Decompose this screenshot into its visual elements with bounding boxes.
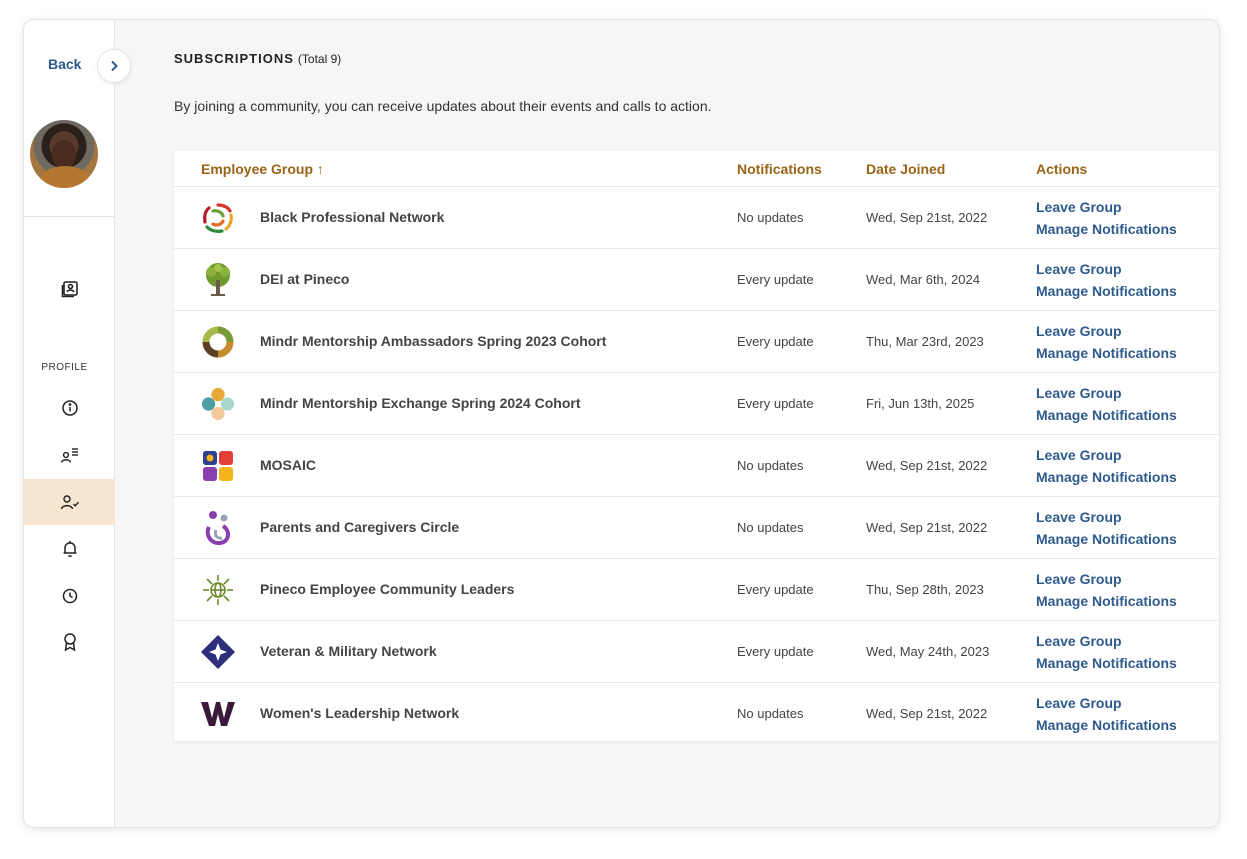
manage-notifications-link[interactable]: Manage Notifications bbox=[1036, 221, 1177, 237]
avatar[interactable] bbox=[30, 120, 98, 188]
page-description: By joining a community, you can receive … bbox=[174, 98, 712, 114]
date-joined: Wed, May 24th, 2023 bbox=[866, 644, 990, 659]
col-employee-group[interactable]: Employee Group ↑ bbox=[201, 161, 324, 177]
date-joined: Wed, Sep 21st, 2022 bbox=[866, 458, 988, 473]
notification-setting: No updates bbox=[737, 520, 804, 535]
table-header: Employee Group ↑ Notifications Date Join… bbox=[174, 151, 1219, 187]
page-title: SUBSCRIPTIONS (Total 9) bbox=[174, 51, 341, 66]
table-row: Veteran & Military Network Every update … bbox=[174, 621, 1219, 683]
col-date-joined: Date Joined bbox=[866, 161, 946, 177]
profile-section-label: PROFILE bbox=[41, 362, 88, 373]
expand-chevron-icon bbox=[111, 60, 118, 72]
group-name[interactable]: Mindr Mentorship Exchange Spring 2024 Co… bbox=[260, 395, 580, 411]
total-count: (Total 9) bbox=[297, 52, 342, 66]
leave-group-link[interactable]: Leave Group bbox=[1036, 695, 1122, 711]
manage-notifications-link[interactable]: Manage Notifications bbox=[1036, 531, 1177, 547]
newspaper-icon[interactable] bbox=[24, 266, 115, 312]
table-row: Mindr Mentorship Ambassadors Spring 2023… bbox=[174, 311, 1219, 373]
user-check-icon[interactable] bbox=[24, 479, 115, 525]
manage-notifications-link[interactable]: Manage Notifications bbox=[1036, 655, 1177, 671]
table-row: Pineco Employee Community Leaders Every … bbox=[174, 559, 1219, 621]
leave-group-link[interactable]: Leave Group bbox=[1036, 571, 1122, 587]
leave-group-link[interactable]: Leave Group bbox=[1036, 447, 1122, 463]
manage-notifications-link[interactable]: Manage Notifications bbox=[1036, 345, 1177, 361]
group-name[interactable]: MOSAIC bbox=[260, 457, 316, 473]
segmented-circle-logo bbox=[200, 324, 236, 360]
manage-notifications-link[interactable]: Manage Notifications bbox=[1036, 407, 1177, 423]
parent-child-logo bbox=[200, 510, 236, 546]
dots-cluster-logo bbox=[200, 386, 236, 422]
sidebar-toggle-button[interactable] bbox=[97, 49, 131, 83]
leave-group-link[interactable]: Leave Group bbox=[1036, 385, 1122, 401]
notification-setting: Every update bbox=[737, 644, 814, 659]
leave-group-link[interactable]: Leave Group bbox=[1036, 199, 1122, 215]
date-joined: Thu, Sep 28th, 2023 bbox=[866, 582, 984, 597]
group-name[interactable]: Mindr Mentorship Ambassadors Spring 2023… bbox=[260, 333, 606, 349]
back-link[interactable]: Back bbox=[48, 56, 81, 72]
notification-setting: No updates bbox=[737, 458, 804, 473]
page-title-text: SUBSCRIPTIONS bbox=[174, 51, 294, 66]
group-name[interactable]: Women's Leadership Network bbox=[260, 705, 459, 721]
notification-setting: No updates bbox=[737, 210, 804, 225]
date-joined: Fri, Jun 13th, 2025 bbox=[866, 396, 975, 411]
avatar-shoulder bbox=[40, 166, 90, 188]
avatar-face bbox=[52, 140, 76, 168]
app-card: Back PROFILE SUBSCRIPTIONS (Total 9) By … bbox=[24, 20, 1219, 827]
w-letter-logo bbox=[200, 696, 236, 732]
col-notifications: Notifications bbox=[737, 161, 822, 177]
diamond-star-logo bbox=[200, 634, 236, 670]
info-icon[interactable] bbox=[24, 385, 115, 431]
group-name[interactable]: Black Professional Network bbox=[260, 209, 444, 225]
subscriptions-table: Employee Group ↑ Notifications Date Join… bbox=[174, 151, 1219, 741]
leave-group-link[interactable]: Leave Group bbox=[1036, 633, 1122, 649]
table-row: Women's Leadership Network No updates We… bbox=[174, 683, 1219, 745]
leave-group-link[interactable]: Leave Group bbox=[1036, 323, 1122, 339]
leave-group-link[interactable]: Leave Group bbox=[1036, 509, 1122, 525]
notification-setting: Every update bbox=[737, 582, 814, 597]
table-row: DEI at Pineco Every update Wed, Mar 6th,… bbox=[174, 249, 1219, 311]
award-icon[interactable] bbox=[24, 619, 115, 665]
date-joined: Wed, Sep 21st, 2022 bbox=[866, 520, 988, 535]
globe-burst-logo bbox=[200, 572, 236, 608]
notification-setting: Every update bbox=[737, 334, 814, 349]
date-joined: Wed, Sep 21st, 2022 bbox=[866, 706, 988, 721]
notification-setting: Every update bbox=[737, 396, 814, 411]
table-row: MOSAIC No updates Wed, Sep 21st, 2022 Le… bbox=[174, 435, 1219, 497]
date-joined: Thu, Mar 23rd, 2023 bbox=[866, 334, 984, 349]
bell-icon[interactable] bbox=[24, 526, 115, 572]
table-row: Parents and Caregivers Circle No updates… bbox=[174, 497, 1219, 559]
notification-setting: Every update bbox=[737, 272, 814, 287]
group-name[interactable]: DEI at Pineco bbox=[260, 271, 349, 287]
group-name[interactable]: Veteran & Military Network bbox=[260, 643, 437, 659]
leave-group-link[interactable]: Leave Group bbox=[1036, 261, 1122, 277]
mosaic-tiles-logo bbox=[200, 448, 236, 484]
sidebar: Back PROFILE bbox=[24, 20, 115, 827]
date-joined: Wed, Mar 6th, 2024 bbox=[866, 272, 980, 287]
group-name[interactable]: Pineco Employee Community Leaders bbox=[260, 581, 514, 597]
date-joined: Wed, Sep 21st, 2022 bbox=[866, 210, 988, 225]
manage-notifications-link[interactable]: Manage Notifications bbox=[1036, 283, 1177, 299]
table-row: Black Professional Network No updates We… bbox=[174, 187, 1219, 249]
subscriptions-panel: SUBSCRIPTIONS (Total 9) By joining a comm… bbox=[174, 20, 1219, 827]
user-list-icon[interactable] bbox=[24, 432, 115, 478]
tree-logo bbox=[200, 262, 236, 298]
notification-setting: No updates bbox=[737, 706, 804, 721]
sidebar-divider bbox=[24, 216, 115, 217]
manage-notifications-link[interactable]: Manage Notifications bbox=[1036, 469, 1177, 485]
multicolor-ring-logo bbox=[200, 200, 236, 236]
manage-notifications-link[interactable]: Manage Notifications bbox=[1036, 717, 1177, 733]
table-row: Mindr Mentorship Exchange Spring 2024 Co… bbox=[174, 373, 1219, 435]
clock-icon[interactable] bbox=[24, 573, 115, 619]
group-name[interactable]: Parents and Caregivers Circle bbox=[260, 519, 459, 535]
col-actions: Actions bbox=[1036, 161, 1088, 177]
manage-notifications-link[interactable]: Manage Notifications bbox=[1036, 593, 1177, 609]
